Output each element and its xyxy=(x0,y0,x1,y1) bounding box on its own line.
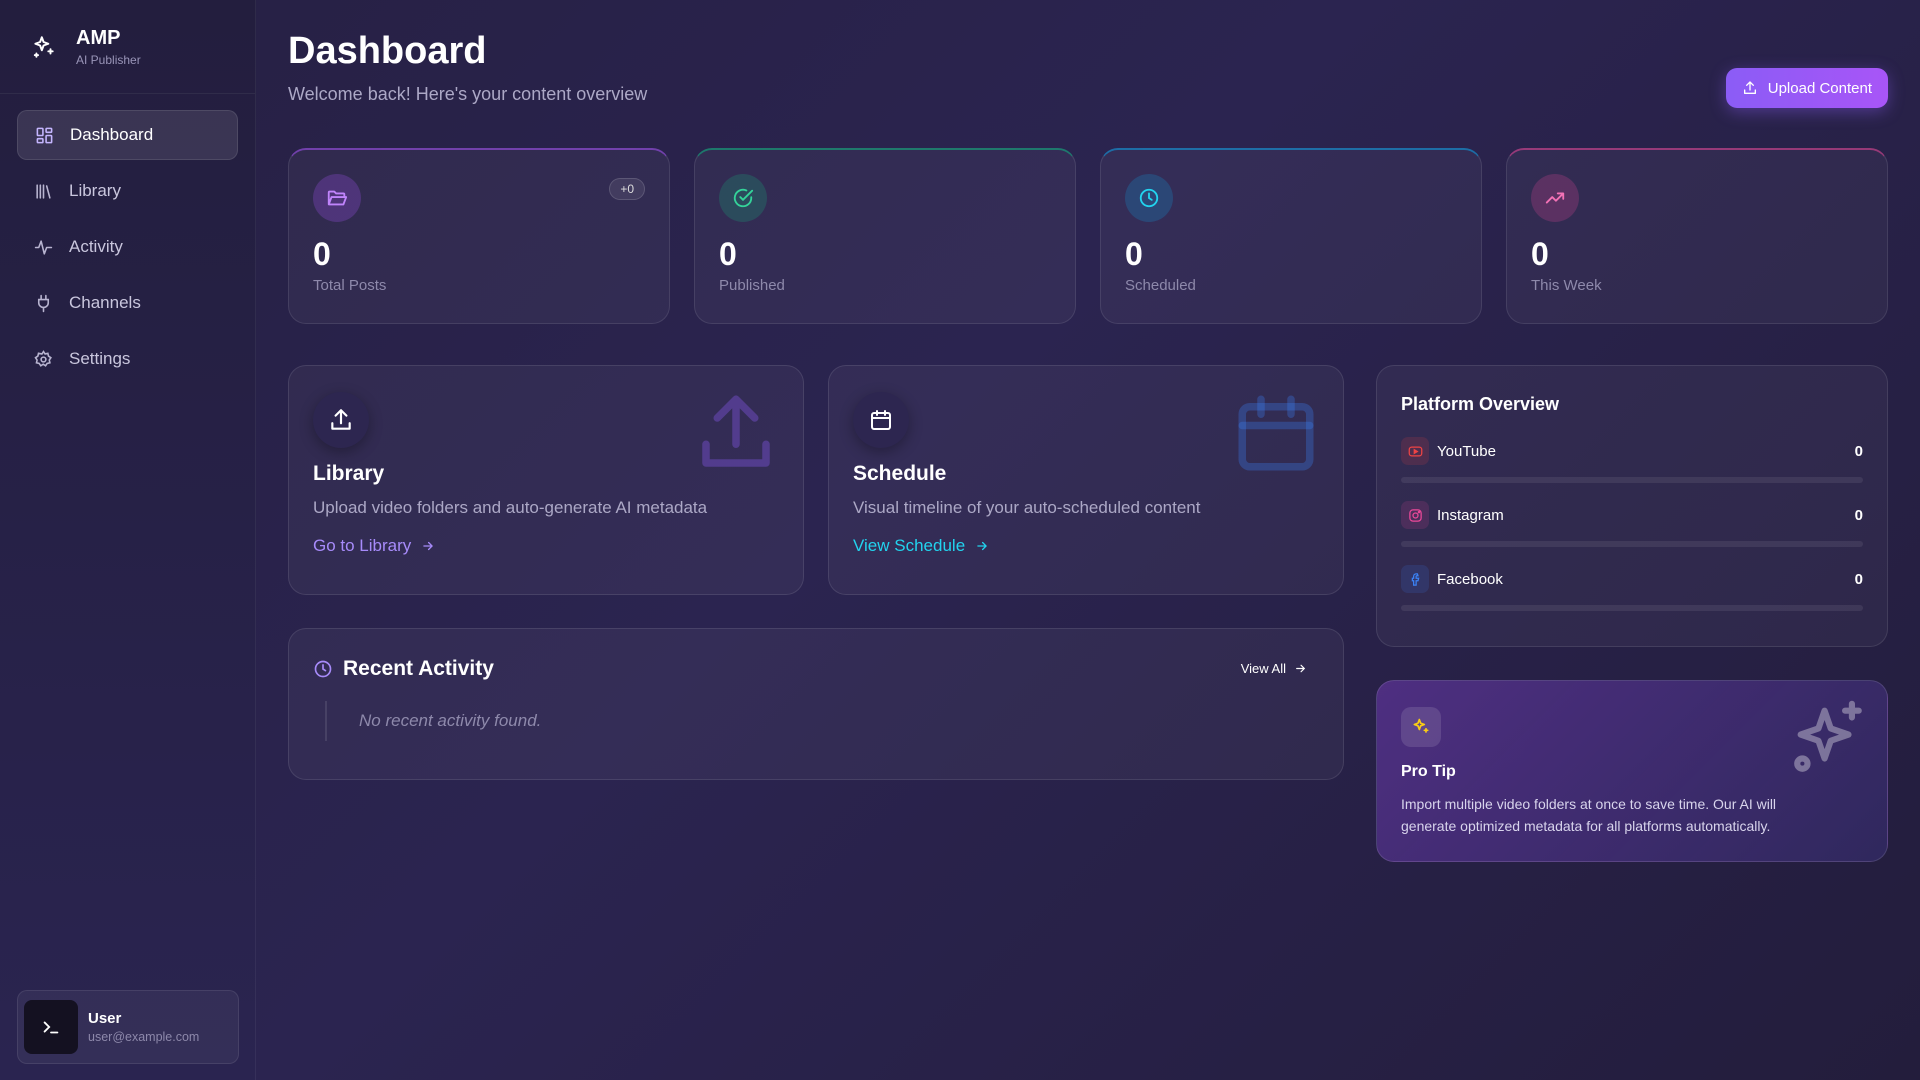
clock-icon xyxy=(314,660,332,678)
arrow-right-icon xyxy=(423,541,434,551)
plug-icon xyxy=(33,293,53,313)
view-all-button[interactable]: View All xyxy=(1241,661,1307,676)
arrow-right-icon xyxy=(1296,664,1306,673)
terminal-icon xyxy=(43,1021,59,1034)
sparkles-icon xyxy=(1401,707,1441,747)
activity-icon xyxy=(33,237,53,257)
upload-icon xyxy=(1743,81,1756,94)
sidebar-item-label: Dashboard xyxy=(70,125,154,144)
avatar xyxy=(24,1000,78,1054)
sidebar-item-label: Activity xyxy=(69,237,123,256)
instagram-icon xyxy=(1401,501,1429,529)
stat-card-total-posts: +0 0 Total Posts xyxy=(288,148,670,324)
calendar-icon xyxy=(1238,395,1314,471)
sidebar-item-label: Settings xyxy=(69,349,131,368)
platform-count: 0 xyxy=(1854,506,1863,524)
platform-name: Facebook xyxy=(1437,570,1503,588)
trending-up-icon xyxy=(1531,174,1579,222)
platform-overview-title: Platform Overview xyxy=(1401,394,1560,414)
platform-overview-card: Platform Overview YouTube 0 Instagram 0 xyxy=(1376,365,1888,647)
library-icon xyxy=(33,181,53,201)
stat-value: 0 xyxy=(313,236,331,272)
library-description: Upload video folders and auto-generate A… xyxy=(313,498,708,517)
stat-badge: +0 xyxy=(609,178,645,200)
sidebar-item-activity[interactable]: Activity xyxy=(17,222,238,272)
library-card[interactable]: Library Upload video folders and auto-ge… xyxy=(288,365,804,595)
brand-subtitle: AI Publisher xyxy=(76,52,141,67)
go-to-library-link[interactable]: Go to Library xyxy=(313,536,779,556)
calendar-icon xyxy=(853,392,909,448)
sidebar-item-channels[interactable]: Channels xyxy=(17,278,238,328)
platform-row-facebook[interactable]: Facebook 0 xyxy=(1401,565,1863,611)
empty-activity-text: No recent activity found. xyxy=(325,701,1319,741)
stat-label: Total Posts xyxy=(313,277,387,294)
stat-label: Scheduled xyxy=(1125,277,1196,294)
upload-icon xyxy=(313,392,369,448)
link-label: View Schedule xyxy=(853,536,966,555)
stat-value: 0 xyxy=(719,236,737,272)
sidebar-item-dashboard[interactable]: Dashboard xyxy=(17,110,238,160)
brand-title: AMP xyxy=(76,26,121,49)
stat-label: Published xyxy=(719,277,785,294)
upload-icon xyxy=(702,395,770,467)
brand[interactable]: AMP AI Publisher xyxy=(0,0,255,94)
upload-content-button[interactable]: Upload Content xyxy=(1725,68,1888,108)
sidebar-item-library[interactable]: Library xyxy=(17,166,238,216)
platform-row-instagram[interactable]: Instagram 0 xyxy=(1401,501,1863,547)
arrow-right-icon xyxy=(977,541,988,551)
page-title: Dashboard xyxy=(288,30,487,72)
upload-content-label: Upload Content xyxy=(1767,79,1872,97)
sidebar-nav: Dashboard Library Activity Channels Sett… xyxy=(0,94,255,406)
check-circle-icon xyxy=(719,174,767,222)
stat-card-published: 0 Published xyxy=(694,148,1076,324)
clock-icon xyxy=(1125,174,1173,222)
recent-activity-title: Recent Activity xyxy=(343,657,494,680)
sparkles-icon xyxy=(30,33,58,61)
view-all-label: View All xyxy=(1240,661,1286,676)
sidebar-item-label: Channels xyxy=(69,293,141,312)
user-name: User xyxy=(88,1010,122,1027)
folder-icon xyxy=(313,174,361,222)
platform-count: 0 xyxy=(1854,442,1863,460)
main-content: Dashboard Welcome back! Here's your cont… xyxy=(256,0,1920,1080)
link-label: Go to Library xyxy=(313,536,412,555)
platform-progress-bar xyxy=(1401,477,1863,483)
user-card[interactable]: User user@example.com xyxy=(17,990,239,1064)
youtube-icon xyxy=(1401,437,1429,465)
stat-label: This Week xyxy=(1531,277,1602,294)
dashboard-icon xyxy=(34,125,54,145)
sidebar-item-label: Library xyxy=(69,181,121,200)
user-email: user@example.com xyxy=(88,1030,200,1044)
schedule-description: Visual timeline of your auto-scheduled c… xyxy=(853,498,1201,517)
recent-activity-card: Recent Activity View All No recent activ… xyxy=(288,628,1344,780)
platform-row-youtube[interactable]: YouTube 0 xyxy=(1401,437,1863,483)
page-subtitle: Welcome back! Here's your content overvi… xyxy=(288,84,648,104)
stat-card-scheduled: 0 Scheduled xyxy=(1100,148,1482,324)
sidebar-item-settings[interactable]: Settings xyxy=(17,334,238,384)
sparkles-icon xyxy=(1794,700,1862,772)
platform-count: 0 xyxy=(1854,570,1863,588)
platform-progress-bar xyxy=(1401,605,1863,611)
pro-tip-card: Pro Tip Import multiple video folders at… xyxy=(1376,680,1888,862)
stat-value: 0 xyxy=(1125,236,1143,272)
pro-tip-text: Import multiple video folders at once to… xyxy=(1401,796,1777,834)
platform-name: Instagram xyxy=(1437,506,1504,524)
stat-value: 0 xyxy=(1531,236,1549,272)
sidebar: AMP AI Publisher Dashboard Library Activ… xyxy=(0,0,256,1080)
gear-icon xyxy=(33,349,53,369)
stat-card-this-week: 0 This Week xyxy=(1506,148,1888,324)
facebook-icon xyxy=(1401,565,1429,593)
schedule-card[interactable]: Schedule Visual timeline of your auto-sc… xyxy=(828,365,1344,595)
view-schedule-link[interactable]: View Schedule xyxy=(853,536,1319,556)
platform-name: YouTube xyxy=(1437,442,1496,460)
platform-progress-bar xyxy=(1401,541,1863,547)
